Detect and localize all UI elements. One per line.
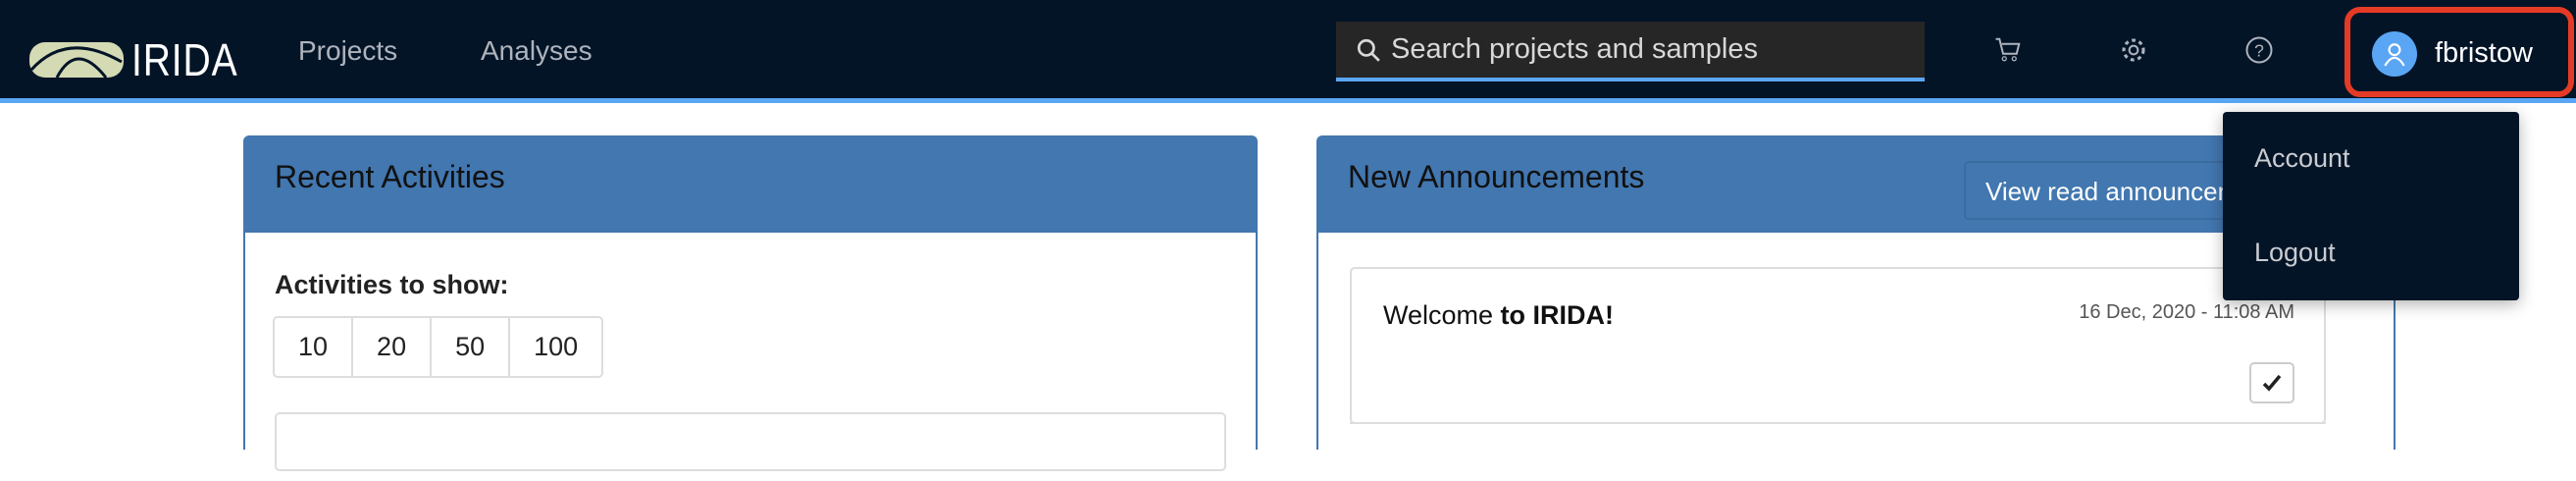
- recent-activities-panel: Recent Activities Activities to show: 10…: [243, 135, 1258, 471]
- brand-name: IRIDA: [131, 34, 238, 85]
- cart-icon[interactable]: [1993, 35, 2023, 65]
- announcement-text-bold: to IRIDA!: [1500, 300, 1615, 330]
- nav-analyses[interactable]: Analyses: [481, 35, 592, 67]
- activity-count-group: 10 20 50 100: [273, 316, 604, 378]
- search-icon: [1357, 38, 1380, 62]
- help-icon[interactable]: ?: [2244, 35, 2274, 65]
- activities-label: Activities to show:: [275, 270, 509, 299]
- search-input[interactable]: Search projects and samples: [1336, 22, 1925, 81]
- avatar[interactable]: [2372, 31, 2417, 77]
- logo-icon: [29, 42, 124, 79]
- activity-list: [275, 412, 1226, 471]
- username[interactable]: fbristow: [2435, 37, 2533, 70]
- show-10-button[interactable]: 10: [273, 316, 354, 378]
- svg-text:?: ?: [2254, 40, 2264, 60]
- show-20-button[interactable]: 20: [351, 316, 433, 378]
- user-dropdown-menu: Account Logout: [2223, 112, 2519, 300]
- search-placeholder: Search projects and samples: [1391, 33, 1758, 65]
- menu-item-account[interactable]: Account: [2254, 143, 2350, 174]
- show-100-button[interactable]: 100: [508, 316, 604, 378]
- panel-title: Recent Activities: [245, 137, 1256, 233]
- menu-item-logout[interactable]: Logout: [2254, 238, 2336, 268]
- show-50-button[interactable]: 50: [430, 316, 511, 378]
- check-icon: [2262, 374, 2282, 392]
- top-navbar: IRIDA Projects Analyses Search projects …: [0, 0, 2576, 103]
- announcement-item[interactable]: Welcome to IRIDA! 16 Dec, 2020 - 11:08 A…: [1350, 267, 2326, 424]
- user-icon: [2384, 43, 2405, 67]
- gear-icon[interactable]: [2119, 35, 2148, 65]
- irida-logo[interactable]: IRIDA: [27, 33, 257, 86]
- nav-projects[interactable]: Projects: [298, 35, 397, 67]
- mark-read-button[interactable]: [2249, 362, 2294, 403]
- announcement-item: [1350, 422, 2326, 481]
- announcement-text: Welcome to IRIDA!: [1383, 300, 1614, 331]
- announcement-text-plain: Welcome: [1383, 300, 1501, 330]
